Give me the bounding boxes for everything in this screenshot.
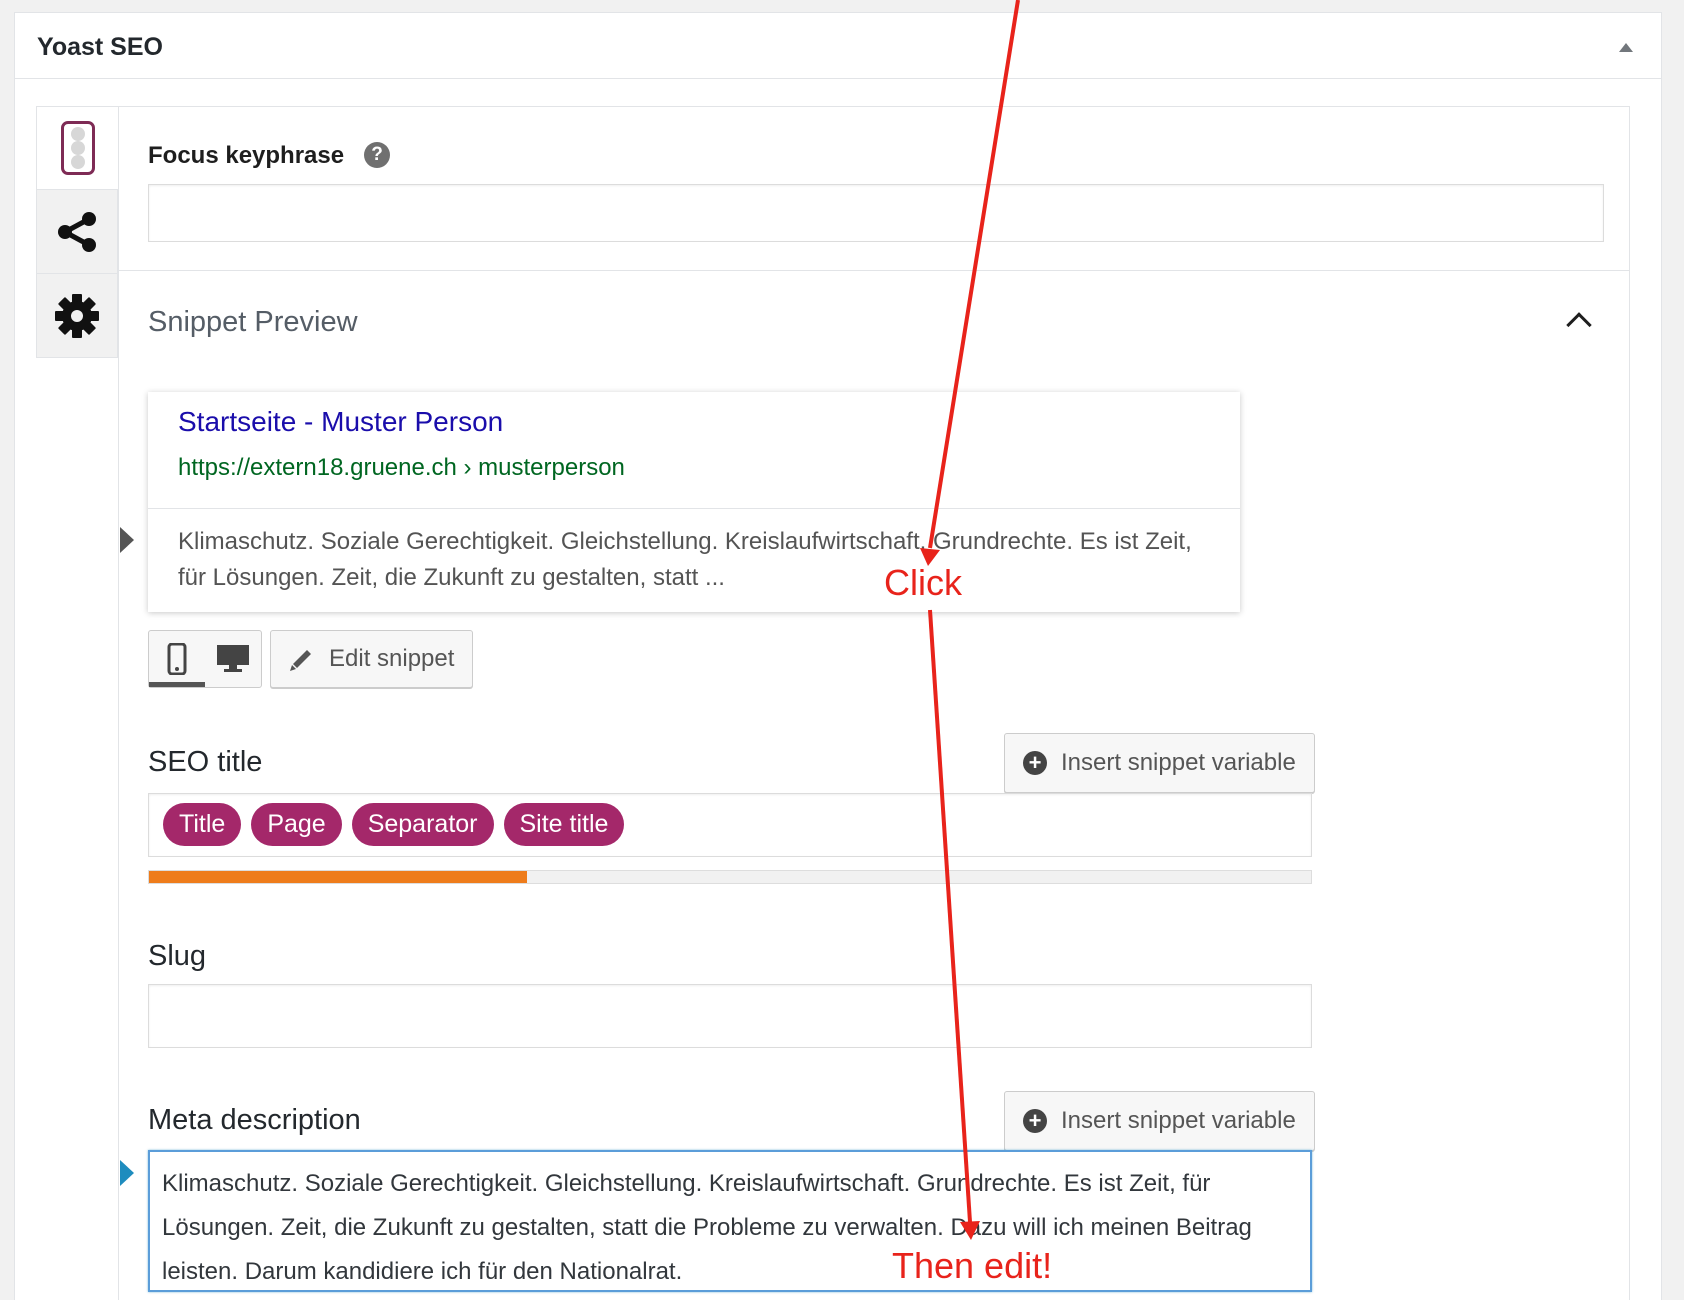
variable-chip-page[interactable]: Page bbox=[251, 803, 342, 846]
slug-label: Slug bbox=[148, 940, 207, 972]
edit-snippet-label: Edit snippet bbox=[329, 645, 455, 672]
variable-chip-title[interactable]: Title bbox=[163, 803, 242, 846]
tab-seo[interactable] bbox=[36, 106, 118, 190]
caret-right-blue-icon bbox=[120, 1160, 134, 1186]
snippet-preview-heading[interactable]: Snippet Preview bbox=[148, 306, 358, 339]
insert-snippet-variable-button-meta[interactable]: + Insert snippet variable bbox=[1004, 1091, 1315, 1151]
tab-settings[interactable] bbox=[36, 274, 118, 358]
gear-icon bbox=[55, 293, 99, 338]
snippet-description[interactable]: Klimaschutz. Soziale Gerechtigkeit. Glei… bbox=[178, 524, 1218, 596]
slug-input[interactable] bbox=[148, 984, 1312, 1048]
collapse-triangle-icon[interactable] bbox=[1619, 43, 1633, 52]
insert-snippet-variable-label: Insert snippet variable bbox=[1061, 1107, 1296, 1134]
share-icon bbox=[58, 211, 96, 252]
annotation-then-edit: Then edit! bbox=[892, 1245, 1053, 1286]
seo-title-length-progress bbox=[148, 870, 1312, 884]
help-icon[interactable]: ? bbox=[364, 142, 390, 168]
seo-title-input[interactable]: Title Page Separator Site title bbox=[148, 793, 1312, 857]
focus-keyphrase-input[interactable] bbox=[148, 184, 1604, 242]
insert-snippet-variable-label: Insert snippet variable bbox=[1061, 749, 1296, 776]
edit-snippet-button[interactable]: Edit snippet bbox=[270, 630, 474, 688]
desktop-icon bbox=[217, 645, 249, 672]
mobile-preview-button[interactable] bbox=[149, 631, 205, 687]
meta-description-textarea[interactable]: Klimaschutz. Soziale Gerechtigkeit. Glei… bbox=[148, 1150, 1312, 1292]
variable-chip-separator[interactable]: Separator bbox=[351, 803, 494, 846]
progress-fill bbox=[149, 871, 527, 883]
caret-right-icon bbox=[120, 527, 134, 553]
metabox-tabs bbox=[36, 106, 118, 358]
divider bbox=[118, 270, 1630, 271]
panel-header[interactable]: Yoast SEO bbox=[15, 13, 1661, 79]
annotation-click: Click bbox=[884, 562, 962, 603]
mobile-icon bbox=[167, 643, 187, 675]
plus-circle-icon: + bbox=[1023, 1109, 1047, 1133]
snippet-preview-card[interactable]: Startseite - Muster Person https://exter… bbox=[148, 392, 1240, 612]
snippet-url: https://extern18.gruene.ch › musterperso… bbox=[178, 454, 625, 481]
snippet-title-link[interactable]: Startseite - Muster Person bbox=[178, 406, 503, 438]
tab-social[interactable] bbox=[36, 190, 118, 274]
focus-keyphrase-label: Focus keyphrase bbox=[148, 142, 345, 169]
meta-description-label: Meta description bbox=[148, 1104, 361, 1136]
snippet-divider bbox=[148, 508, 1240, 509]
insert-snippet-variable-button[interactable]: + Insert snippet variable bbox=[1004, 733, 1315, 793]
variable-chip-site-title[interactable]: Site title bbox=[503, 803, 625, 846]
seo-title-label: SEO title bbox=[148, 746, 263, 778]
panel-title: Yoast SEO bbox=[37, 33, 163, 61]
desktop-preview-button[interactable] bbox=[205, 631, 261, 687]
plus-circle-icon: + bbox=[1023, 751, 1047, 775]
pencil-icon bbox=[290, 650, 311, 671]
preview-mode-toggle bbox=[148, 630, 262, 688]
traffic-light-icon bbox=[60, 121, 95, 175]
